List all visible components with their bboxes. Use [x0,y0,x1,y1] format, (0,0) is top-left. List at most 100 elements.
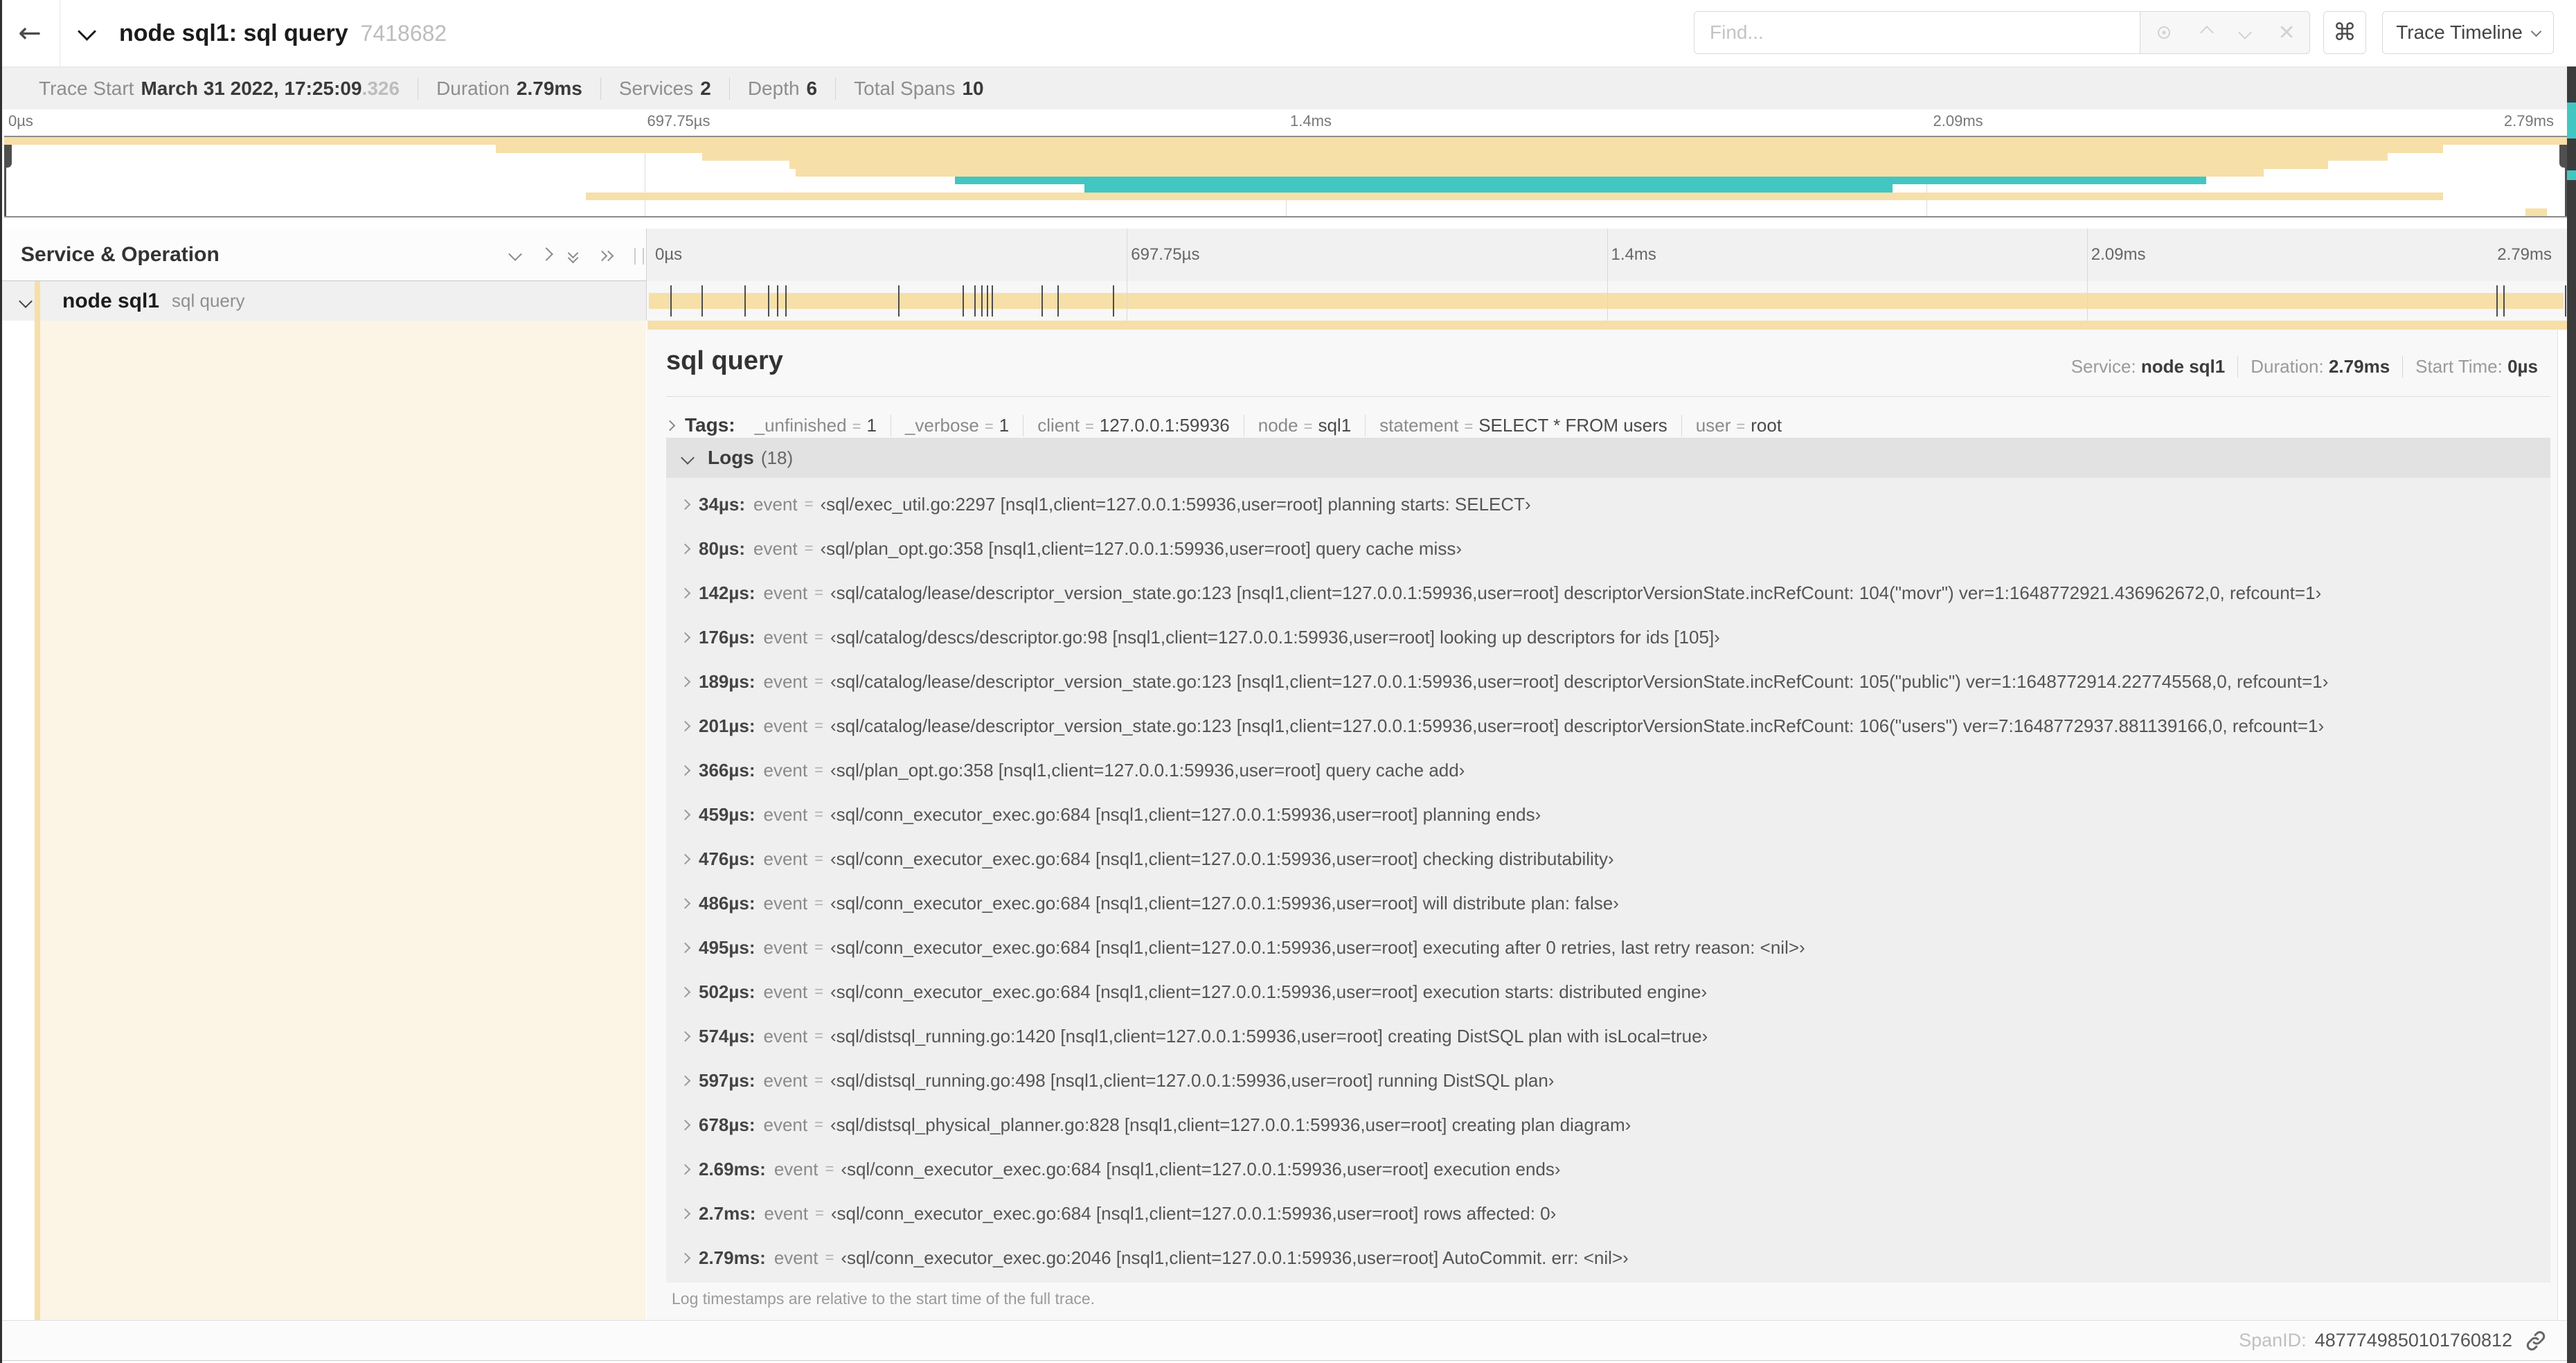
log-timestamp: 2.7ms: [699,1202,756,1224]
log-chevron-icon[interactable] [679,632,691,643]
log-chevron-icon[interactable] [679,898,691,909]
log-row[interactable]: 476µs: event = ‹sql/conn_executor_exec.go:6… [666,837,2550,881]
log-chevron-icon[interactable] [679,809,691,820]
log-row[interactable]: 495µs: event = ‹sql/conn_executor_exec.go:6… [666,925,2550,970]
find-prev-icon[interactable] [2200,26,2214,39]
log-row[interactable]: 34µs: event = ‹sql/exec_util.go:2297 [nsql1… [666,482,2550,526]
log-chevron-icon[interactable] [679,676,691,687]
axis-tick-label: 1.4ms [1290,112,1332,130]
log-chevron-icon[interactable] [679,986,691,997]
column-resizer[interactable] [634,248,644,265]
log-row[interactable]: 80µs: event = ‹sql/plan_opt.go:358 [nsql1,c… [666,526,2550,571]
log-row[interactable]: 2.79ms: event = ‹sql/conn_executor_exec.go:… [666,1236,2550,1280]
keyboard-shortcuts-button[interactable]: ⌘ [2323,11,2366,54]
log-equals: = [825,1249,834,1266]
log-equals: = [804,495,814,513]
log-field-key: event [763,892,808,914]
log-chevron-icon[interactable] [679,1164,691,1175]
back-button[interactable]: ← [0,0,60,66]
tag-key: client [1037,414,1080,436]
log-row[interactable]: 201µs: event = ‹sql/catalog/lease/descripto… [666,704,2550,748]
log-row[interactable]: 189µs: event = ‹sql/catalog/lease/descripto… [666,659,2550,704]
log-row[interactable]: 502µs: event = ‹sql/conn_executor_exec.go:6… [666,970,2550,1014]
log-timestamp: 2.69ms: [699,1158,766,1179]
expand-one-icon[interactable] [539,247,553,261]
tag-item: client = 127.0.0.1:59936 [1023,414,1244,436]
log-equals: = [814,672,823,690]
log-chevron-icon[interactable] [679,765,691,776]
log-marker [898,285,900,317]
span-row-timeline[interactable] [646,281,2567,321]
log-chevron-icon[interactable] [679,587,691,598]
tag-value: sql1 [1318,414,1352,436]
log-marker [776,285,778,317]
span-bar[interactable] [649,293,2564,309]
log-field-value: ‹sql/conn_executor_exec.go:684 [nsql1,cl… [830,936,1805,958]
collapse-trace-chevron-icon[interactable] [78,22,96,41]
tags-row[interactable]: Tags: _unfinished = 1 _verbose = 1 client = 127.… [664,410,1796,440]
log-timestamp: 176µs: [699,626,755,648]
collapse-one-icon[interactable] [508,247,522,261]
span-row-name[interactable]: node sql1 sql query [0,281,646,321]
log-row[interactable]: 597µs: event = ‹sql/distsql_running.go:498 … [666,1058,2550,1103]
log-row[interactable]: 459µs: event = ‹sql/conn_executor_exec.go:6… [666,792,2550,837]
span-rows: node sql1 sql query [0,281,2576,321]
log-chevron-icon[interactable] [679,942,691,953]
tags-chevron-icon[interactable] [664,420,676,431]
log-marker [987,285,989,317]
log-timestamp: 366µs: [699,759,755,781]
collapse-all-icon[interactable] [567,247,579,264]
tag-equals: = [1464,417,1474,435]
log-row[interactable]: 176µs: event = ‹sql/catalog/descs/descripto… [666,615,2550,659]
log-marker [1041,285,1043,317]
log-row[interactable]: 142µs: event = ‹sql/catalog/lease/descripto… [666,571,2550,615]
axis-tick-label: 0µs [655,245,683,264]
log-field-value: ‹sql/conn_executor_exec.go:2046 [nsql1,c… [841,1247,1629,1268]
log-chevron-icon[interactable] [679,720,691,731]
minimap-canvas[interactable] [4,136,2567,217]
minimap-left-scrubber[interactable] [4,137,12,216]
locate-icon[interactable] [2154,23,2174,42]
log-marker [1113,285,1115,317]
log-row[interactable]: 2.69ms: event = ‹sql/conn_executor_exec.go:… [666,1147,2550,1191]
span-service-name: node sql1 [62,289,160,312]
gridline [2086,281,2088,321]
command-icon: ⌘ [2333,19,2356,46]
view-selector-button[interactable]: Trace Timeline [2382,11,2554,54]
log-chevron-icon[interactable] [679,1031,691,1042]
log-row[interactable]: 678µs: event = ‹sql/distsql_physical_planne… [666,1103,2550,1147]
expand-all-icon[interactable] [596,250,614,263]
summary-item: Duration 2.79ms [418,77,600,100]
detail-service: Service: node sql1 [2070,356,2226,377]
tag-key: statement [1379,414,1459,436]
log-row[interactable]: 366µs: event = ‹sql/plan_opt.go:358 [nsql1,… [666,748,2550,792]
logs-body: 34µs: event = ‹sql/exec_util.go:2297 [nsql1… [666,478,2550,1283]
axis-tick-label: 2.09ms [2091,245,2146,264]
log-chevron-icon[interactable] [679,543,691,554]
log-field-value: ‹sql/conn_executor_exec.go:684 [nsql1,cl… [841,1158,1561,1179]
logs-chevron-icon[interactable] [681,451,695,465]
log-chevron-icon[interactable] [679,1119,691,1130]
axis-tick-label: 2.09ms [1933,112,1983,130]
find-input[interactable]: Find... [1694,11,2140,54]
logs-header[interactable]: Logs (18) [666,438,2550,478]
log-field-value: ‹sql/catalog/descs/descriptor.go:98 [nsq… [830,626,1720,648]
log-chevron-icon[interactable] [679,1252,691,1263]
detail-span-bar [647,321,2571,330]
log-chevron-icon[interactable] [679,853,691,864]
log-chevron-icon[interactable] [679,1208,691,1219]
span-collapse-chevron-icon[interactable] [19,294,33,308]
log-row[interactable]: 574µs: event = ‹sql/distsql_running.go:1420… [666,1014,2550,1058]
find-clear-icon[interactable]: ✕ [2278,21,2295,45]
log-row[interactable]: 2.7ms: event = ‹sql/conn_executor_exec.go:6… [666,1191,2550,1236]
tag-item: _verbose = 1 [890,414,1023,436]
log-marker [785,285,787,317]
logs-label: Logs [708,447,754,468]
log-chevron-icon[interactable] [679,499,691,510]
log-chevron-icon[interactable] [679,1075,691,1086]
link-icon[interactable] [2523,1328,2548,1353]
log-field-key: event [763,848,808,869]
log-row[interactable]: 486µs: event = ‹sql/conn_executor_exec.go:6… [666,881,2550,925]
find-next-icon[interactable] [2237,26,2252,39]
gridline [1607,281,1608,321]
